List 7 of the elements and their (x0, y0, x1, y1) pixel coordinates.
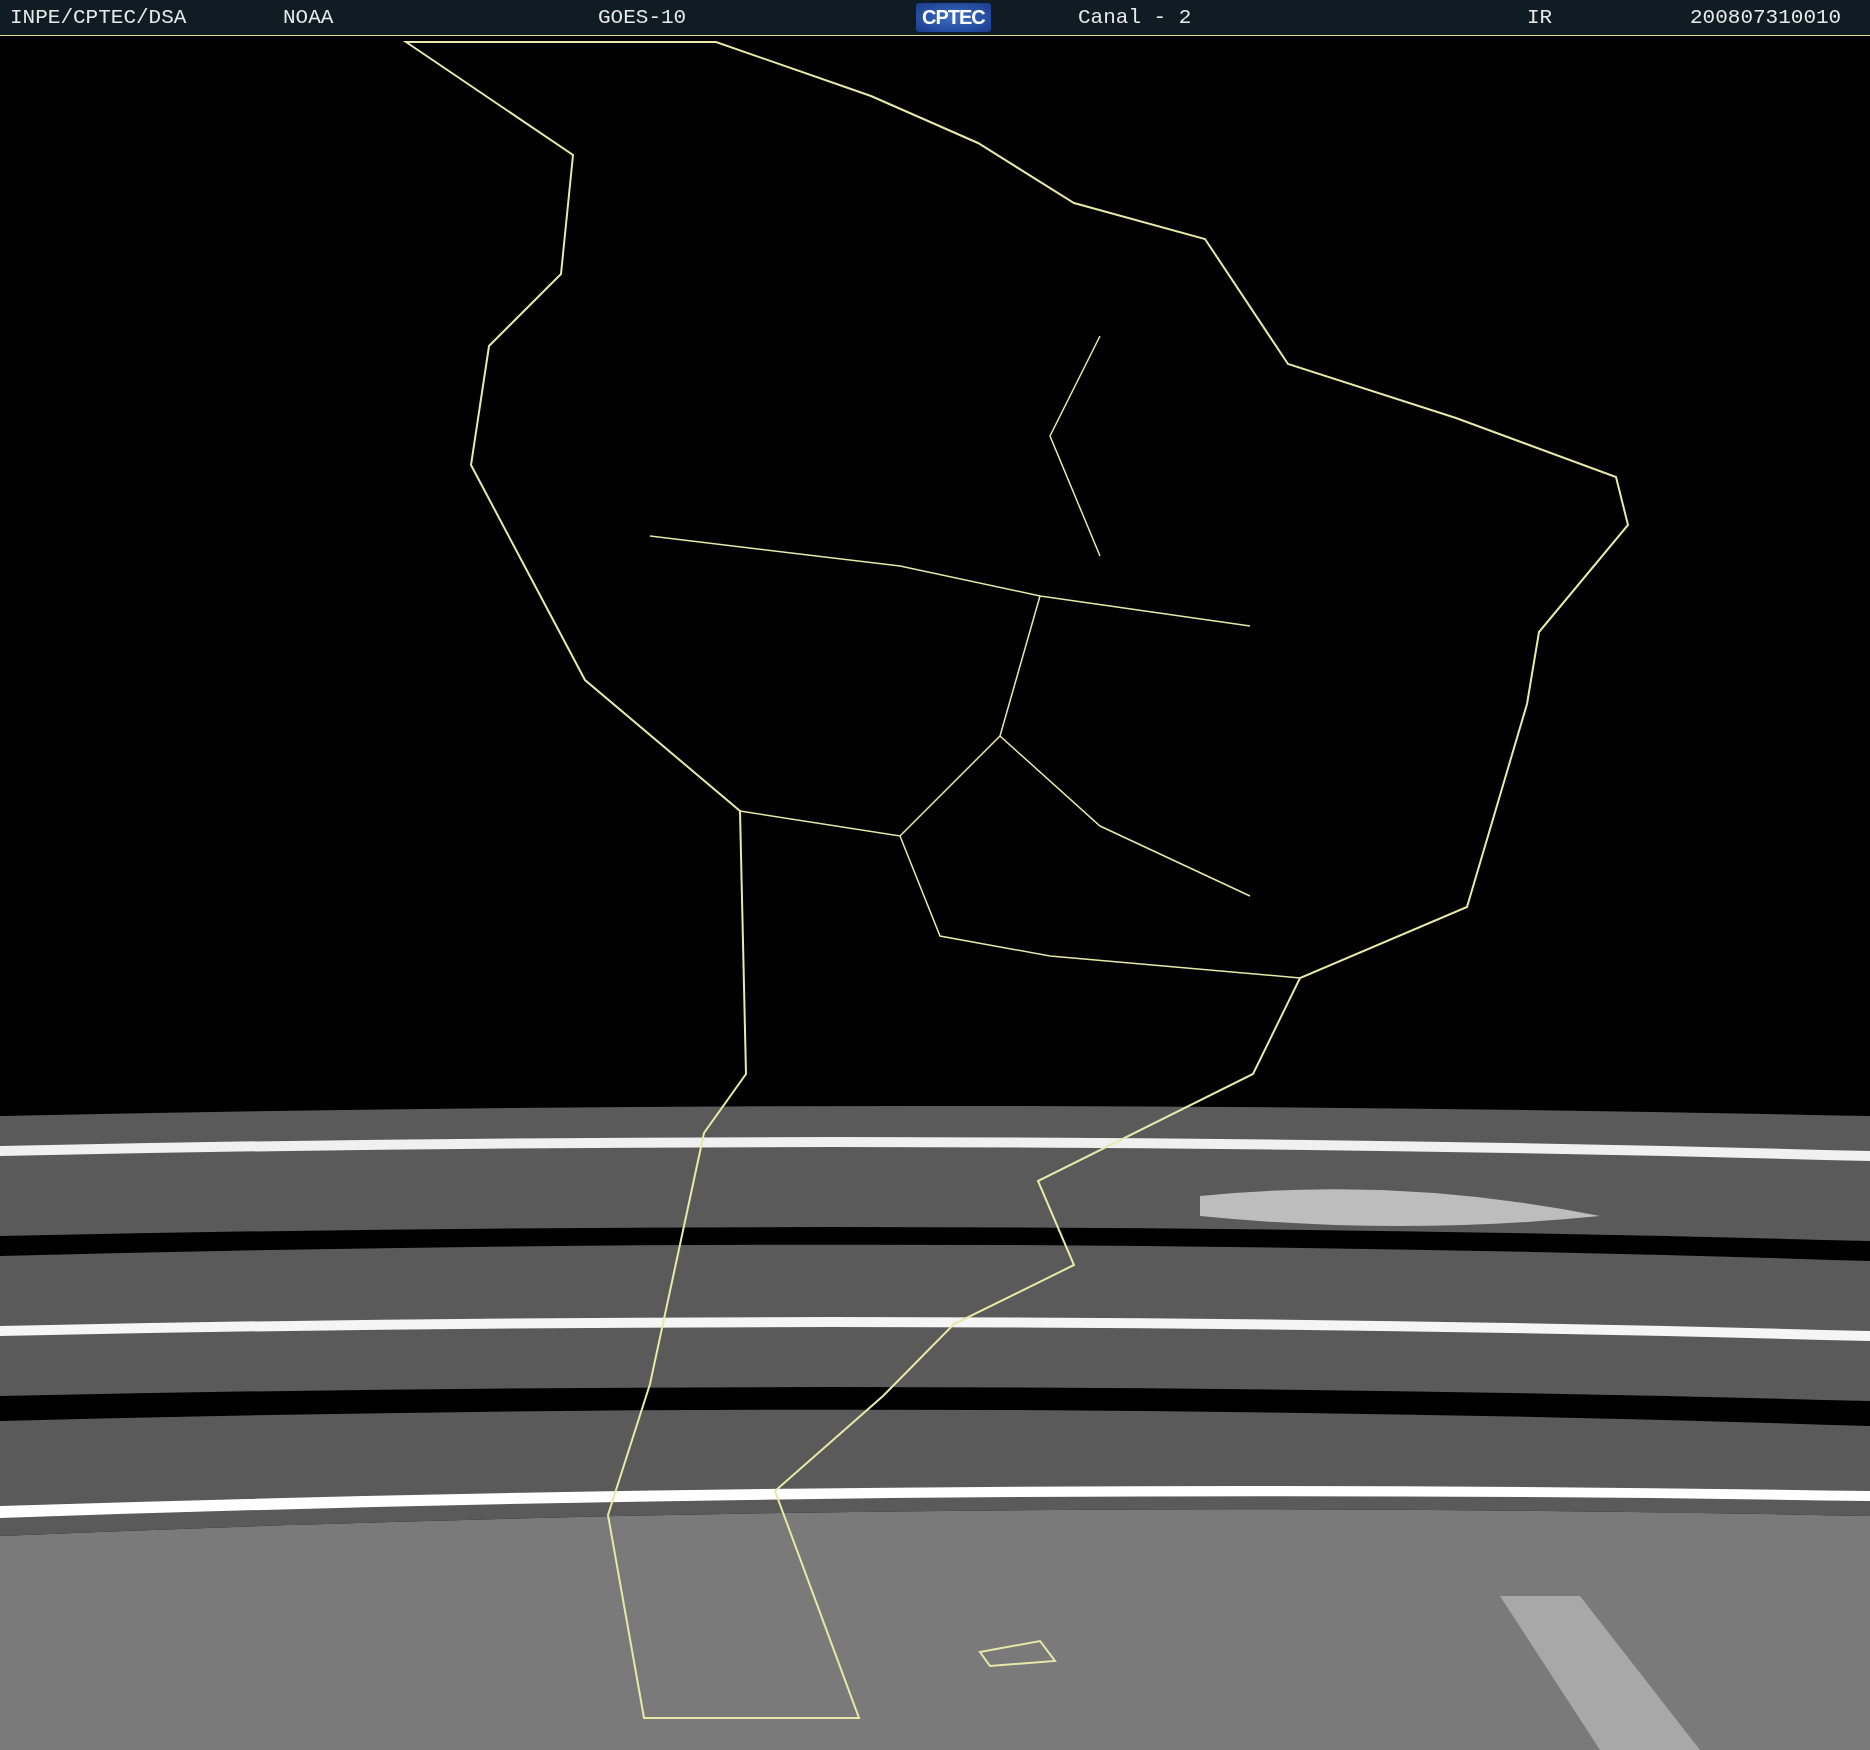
header-text: Canal - 2 (1078, 6, 1192, 29)
header-text: GOES-10 (598, 6, 687, 29)
header-text: NOAA (283, 6, 334, 29)
header-text: 200807310010 (1690, 6, 1842, 29)
header-text: IR (1527, 6, 1553, 29)
header-text: INPE/CPTEC/DSA (10, 6, 187, 29)
logo: CPTEC (916, 3, 991, 32)
